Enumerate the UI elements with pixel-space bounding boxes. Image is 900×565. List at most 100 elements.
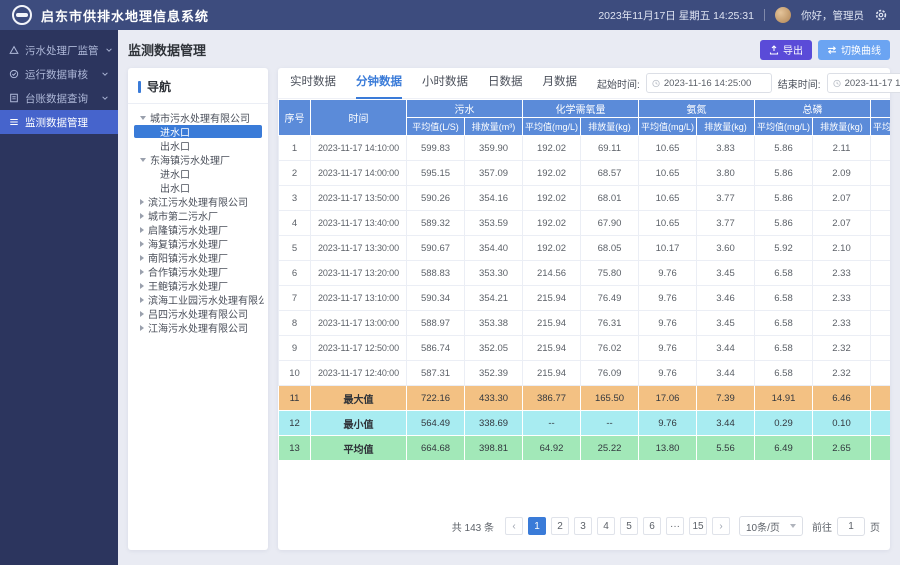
tree-node-label: 滨海工业园污水处理有限公司 (148, 293, 264, 306)
tree-node-plant[interactable]: 滨海工业园污水处理有限公司 (132, 293, 264, 306)
cell-value (871, 211, 891, 236)
cell-value: 2.65 (813, 436, 871, 461)
cell-value: 338.69 (465, 411, 523, 436)
tree-collapsed-icon[interactable] (140, 297, 144, 303)
tree-node-port[interactable]: 进水口 (132, 167, 264, 180)
tree-node-plant[interactable]: 滨江污水处理有限公司 (132, 195, 264, 208)
tree-collapsed-icon[interactable] (140, 269, 144, 275)
tree-collapsed-icon[interactable] (140, 213, 144, 219)
tab-item[interactable]: 月数据 (543, 68, 578, 99)
export-button[interactable]: 导出 (760, 40, 812, 60)
cell-value (871, 286, 891, 311)
tree-node-port-selected[interactable]: 进水口 (134, 125, 262, 138)
tree-collapsed-icon[interactable] (140, 241, 144, 247)
end-time-label: 结束时间: (778, 76, 821, 91)
tree-node-plant[interactable]: 海复镇污水处理厂 (132, 237, 264, 250)
tab-active[interactable]: 分钟数据 (356, 68, 402, 99)
tree-collapsed-icon[interactable] (140, 283, 144, 289)
tree-collapsed-icon[interactable] (140, 311, 144, 317)
tree-node-label: 江海污水处理有限公司 (148, 321, 248, 334)
page-title: 监测数据管理 (128, 40, 206, 59)
goto-page-input[interactable] (837, 517, 865, 536)
cell-value: 215.94 (523, 311, 581, 336)
page-button[interactable]: 1 (528, 517, 546, 535)
col-sub-header: 排放量(kg) (581, 118, 639, 136)
page-button[interactable]: 2 (551, 517, 569, 535)
page-ellipsis[interactable]: ··· (666, 517, 684, 535)
start-time-picker[interactable] (646, 73, 772, 93)
tree-expanded-icon[interactable] (140, 116, 146, 120)
tab-item[interactable]: 实时数据 (290, 68, 336, 99)
cell-value: 3.77 (697, 186, 755, 211)
tree-collapsed-icon[interactable] (140, 227, 144, 233)
cell-value: 5.92 (755, 236, 813, 261)
tree-node-plant[interactable]: 启隆镇污水处理厂 (132, 223, 264, 236)
tree-node-plant[interactable]: 江海污水处理有限公司 (132, 321, 264, 334)
cell-value: 6.58 (755, 311, 813, 336)
cell-value: 6.58 (755, 261, 813, 286)
user-avatar[interactable] (775, 7, 791, 23)
page-button[interactable]: 3 (574, 517, 592, 535)
table-row: 32023-11-17 13:50:00590.26354.16192.0268… (279, 186, 891, 211)
col-group-header: 总磷 (755, 100, 871, 118)
sidebar-item-menu[interactable]: 台账数据查询 (0, 86, 118, 110)
tree-node-label: 出水口 (160, 139, 190, 152)
end-time-input[interactable] (845, 78, 900, 89)
page-button[interactable]: 4 (597, 517, 615, 535)
tree-collapsed-icon[interactable] (140, 325, 144, 331)
start-time-input[interactable] (664, 78, 766, 89)
cell-value: 215.94 (523, 361, 581, 386)
page-button[interactable]: 15 (689, 517, 707, 535)
tree-collapsed-icon[interactable] (140, 199, 144, 205)
cell-value: 3.45 (697, 261, 755, 286)
tree-node-label: 合作镇污水处理厂 (148, 265, 228, 278)
gear-icon[interactable] (874, 8, 888, 22)
page-button[interactable]: 6 (643, 517, 661, 535)
tab-item[interactable]: 日数据 (488, 68, 523, 99)
next-page-button[interactable]: › (712, 517, 730, 535)
sidebar-item-label: 污水处理厂监管 (25, 43, 99, 58)
cell-value: 192.02 (523, 136, 581, 161)
switch-curve-button[interactable]: 切换曲线 (818, 40, 890, 60)
tree-node-plant[interactable]: 城市污水处理有限公司 (132, 111, 264, 124)
table-row: 92023-11-17 12:50:00586.74352.05215.9476… (279, 336, 891, 361)
tree-expanded-icon[interactable] (140, 158, 146, 162)
tree-node-port[interactable]: 出水口 (132, 139, 264, 152)
page-button[interactable]: 5 (620, 517, 638, 535)
tree-node-port[interactable]: 出水口 (132, 181, 264, 194)
tree-node-plant[interactable]: 合作镇污水处理厂 (132, 265, 264, 278)
prev-page-button[interactable]: ‹ (505, 517, 523, 535)
cell-time: 2023-11-17 13:00:00 (311, 311, 407, 336)
cell-time: 2023-11-17 13:20:00 (311, 261, 407, 286)
cell-value (871, 361, 891, 386)
tree-node-plant[interactable]: 吕四污水处理有限公司 (132, 307, 264, 320)
end-time-picker[interactable] (827, 73, 900, 93)
tree-collapsed-icon[interactable] (140, 255, 144, 261)
cell-time: 2023-11-17 13:50:00 (311, 186, 407, 211)
cell-value: 192.02 (523, 211, 581, 236)
sidebar-item-menu[interactable]: 运行数据审核 (0, 62, 118, 86)
cell-value: 76.02 (581, 336, 639, 361)
tree-node-plant[interactable]: 王鲍镇污水处理厂 (132, 279, 264, 292)
tree-node-plant[interactable]: 东海镇污水处理厂 (132, 153, 264, 166)
cell-value: 215.94 (523, 336, 581, 361)
cell-value: 354.40 (465, 236, 523, 261)
sidebar-item-active[interactable]: 监测数据管理 (0, 110, 118, 134)
page-size-select[interactable]: 10条/页 (739, 516, 803, 536)
sidebar: 污水处理厂监管运行数据审核台账数据查询监测数据管理 (0, 30, 118, 565)
cell-value: 6.58 (755, 286, 813, 311)
tab-item[interactable]: 小时数据 (422, 68, 468, 99)
data-tabs: 实时数据分钟数据小时数据日数据月数据 (290, 68, 597, 99)
table-row: 82023-11-17 13:00:00588.97353.38215.9476… (279, 311, 891, 336)
cell-value: 68.01 (581, 186, 639, 211)
tree-node-plant[interactable]: 南阳镇污水处理厂 (132, 251, 264, 264)
cell-time: 2023-11-17 12:50:00 (311, 336, 407, 361)
sidebar-item-menu[interactable]: 污水处理厂监管 (0, 38, 118, 62)
cell-index: 3 (279, 186, 311, 211)
tree-node-label: 城市污水处理有限公司 (150, 111, 250, 124)
cell-time: 2023-11-17 14:10:00 (311, 136, 407, 161)
cell-value: 3.44 (697, 361, 755, 386)
cell-value (871, 411, 891, 436)
tree-node-plant[interactable]: 城市第二污水厂 (132, 209, 264, 222)
cell-value: 5.86 (755, 186, 813, 211)
